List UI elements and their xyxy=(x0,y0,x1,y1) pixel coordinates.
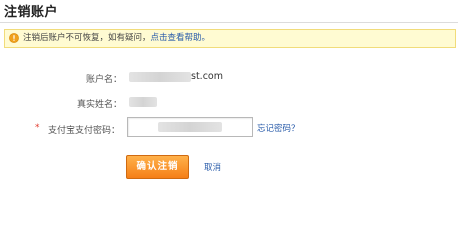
account-masked xyxy=(129,71,191,82)
confirm-cancel-account-button[interactable]: 确认注销 xyxy=(126,155,189,179)
password-label: 支付宝支付密码： xyxy=(47,126,120,136)
account-label: 账户名： xyxy=(85,75,122,85)
forgot-password-link[interactable]: 忘记密码？ xyxy=(257,122,300,134)
help-link[interactable]: 点击查看帮助。 xyxy=(151,33,211,43)
password-masked xyxy=(158,122,222,132)
cancel-link[interactable]: 取消 xyxy=(204,161,221,173)
realname-label: 真实姓名： xyxy=(76,100,122,110)
warning-icon xyxy=(9,33,19,43)
realname-masked xyxy=(129,96,157,107)
account-value: st.com xyxy=(129,71,223,82)
payment-password-input[interactable] xyxy=(127,117,253,137)
notice-text: 注销后账户不可恢复，如有疑问， xyxy=(23,33,151,43)
page-title: 注销账户 xyxy=(4,5,59,20)
title-divider xyxy=(0,22,458,23)
realname-value xyxy=(129,96,157,107)
warning-notice: 注销后账户不可恢复，如有疑问，点击查看帮助。 xyxy=(4,29,456,48)
account-suffix: st.com xyxy=(191,71,223,82)
